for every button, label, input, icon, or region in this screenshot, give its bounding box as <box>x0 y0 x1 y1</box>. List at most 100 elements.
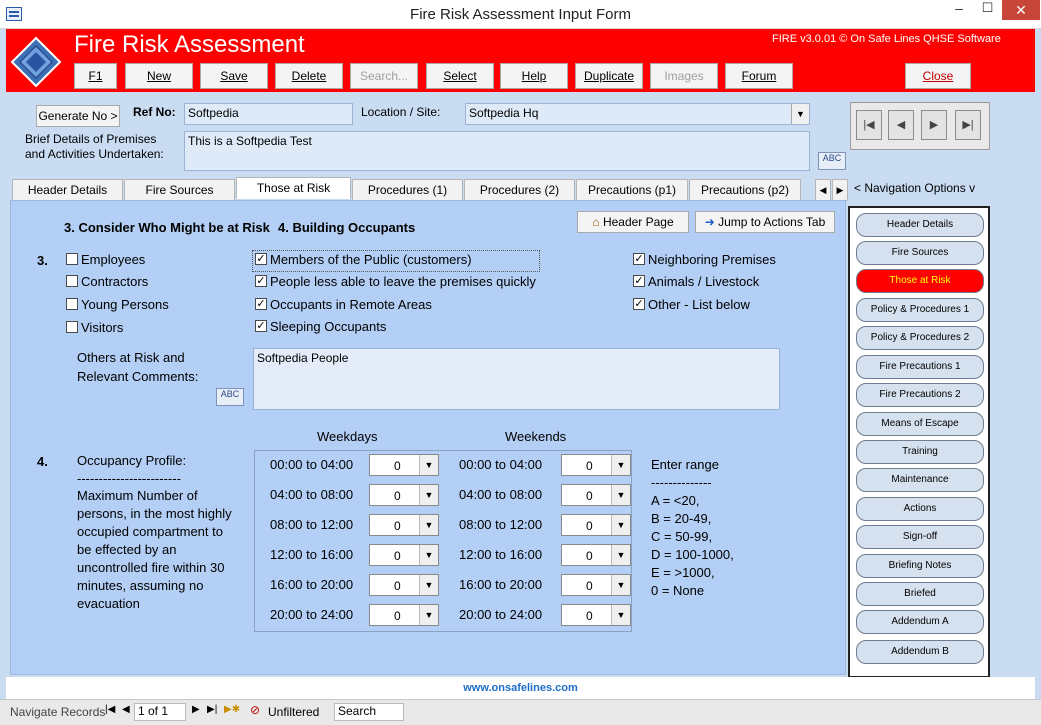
less-able-checkbox[interactable]: ✓ <box>255 275 267 287</box>
occupancy-desc-line: be effected by an <box>77 542 177 557</box>
duplicate-button[interactable]: Duplicate <box>575 63 643 89</box>
chevron-down-icon[interactable]: ▼ <box>791 104 809 124</box>
chevron-down-icon[interactable]: ▼ <box>611 485 630 505</box>
location-select[interactable]: Softpedia Hq ▼ <box>465 103 810 125</box>
delete-button[interactable]: Delete <box>275 63 343 89</box>
tab-precautions-p2[interactable]: Precautions (p2) <box>689 179 801 201</box>
tab-precautions-p1[interactable]: Precautions (p1) <box>576 179 688 201</box>
sleeping-checkbox[interactable]: ✓ <box>255 320 267 332</box>
tab-procedures-1[interactable]: Procedures (1) <box>352 179 463 201</box>
next-record-icon[interactable]: ▶ <box>921 110 947 140</box>
nav-sign-off[interactable]: Sign-off <box>856 525 984 549</box>
close-button[interactable]: Close <box>905 63 971 89</box>
generate-no-button[interactable]: Generate No > <box>36 105 120 127</box>
chevron-down-icon[interactable]: ▼ <box>419 545 438 565</box>
nav-addendum-a[interactable]: Addendum A <box>856 610 984 634</box>
f1-button[interactable]: F1 <box>74 63 117 89</box>
other-checkbox[interactable]: ✓ <box>633 298 645 310</box>
nav-fire-precautions-1[interactable]: Fire Precautions 1 <box>856 355 984 379</box>
chevron-down-icon[interactable]: ▼ <box>419 455 438 475</box>
close-window-button[interactable]: ✕ <box>1002 0 1040 20</box>
chevron-down-icon[interactable]: ▼ <box>611 605 630 625</box>
nav-briefing-notes[interactable]: Briefing Notes <box>856 554 984 578</box>
tab-scroll-right-icon[interactable]: ▶ <box>832 179 848 201</box>
brief-label-1: Brief Details of Premises <box>25 132 157 146</box>
weekday-occupancy-select[interactable]: 0 ▼ <box>369 604 439 626</box>
animals-checkbox[interactable]: ✓ <box>633 275 645 287</box>
chevron-down-icon[interactable]: ▼ <box>419 575 438 595</box>
prev-record-icon[interactable]: ◀ <box>888 110 914 140</box>
nav-actions[interactable]: Actions <box>856 497 984 521</box>
chevron-down-icon[interactable]: ▼ <box>419 515 438 535</box>
new-button[interactable]: New <box>125 63 193 89</box>
tab-those-at-risk[interactable]: Those at Risk <box>236 177 351 199</box>
chevron-down-icon[interactable]: ▼ <box>611 455 630 475</box>
weekday-occupancy-select[interactable]: 0 ▼ <box>369 574 439 596</box>
save-button[interactable]: Save <box>200 63 268 89</box>
chevron-down-icon[interactable]: ▼ <box>611 575 630 595</box>
last-record-icon[interactable]: ▶| <box>207 704 217 715</box>
neighboring-checkbox[interactable]: ✓ <box>633 253 645 265</box>
next-record-icon[interactable]: ▶ <box>192 704 200 715</box>
weekday-occupancy-select[interactable]: 0 ▼ <box>369 454 439 476</box>
contractors-checkbox[interactable] <box>66 275 78 287</box>
nav-policy-procedures-2[interactable]: Policy & Procedures 2 <box>856 326 984 350</box>
tab-header-details[interactable]: Header Details <box>12 179 123 201</box>
first-record-icon[interactable]: |◀ <box>856 110 882 140</box>
weekend-occupancy-select[interactable]: 0 ▼ <box>561 454 631 476</box>
spell-check-icon[interactable]: ABC <box>818 152 846 170</box>
nav-training[interactable]: Training <box>856 440 984 464</box>
chevron-down-icon[interactable]: ▼ <box>611 545 630 565</box>
members-public-checkbox[interactable]: ✓ <box>255 253 267 265</box>
search-input[interactable]: Search <box>334 703 404 721</box>
website-link[interactable]: www.onsafelines.com <box>6 677 1035 699</box>
record-number-field[interactable]: 1 of 1 <box>134 703 186 721</box>
new-record-icon[interactable]: ▶✱ <box>224 704 240 715</box>
forum-button[interactable]: Forum <box>725 63 793 89</box>
prev-record-icon[interactable]: ◀ <box>122 704 130 715</box>
weekday-occupancy-select[interactable]: 0 ▼ <box>369 514 439 536</box>
last-record-icon[interactable]: ▶| <box>955 110 981 140</box>
range-item: 0 = None <box>651 583 705 598</box>
nav-policy-procedures-1[interactable]: Policy & Procedures 1 <box>856 298 984 322</box>
select-button[interactable]: Select <box>426 63 494 89</box>
visitors-checkbox[interactable] <box>66 321 78 333</box>
weekend-occupancy-select[interactable]: 0 ▼ <box>561 544 631 566</box>
nav-fire-sources[interactable]: Fire Sources <box>856 241 984 265</box>
minimize-button[interactable]: – <box>945 0 973 20</box>
ref-no-field[interactable]: Softpedia <box>184 103 353 125</box>
nav-briefed[interactable]: Briefed <box>856 582 984 606</box>
filter-status[interactable]: Unfiltered <box>268 705 319 719</box>
help-button[interactable]: Help <box>500 63 568 89</box>
brief-details-field[interactable]: This is a Softpedia Test <box>184 131 810 171</box>
spell-check-icon[interactable]: ABC <box>216 388 244 406</box>
chevron-down-icon[interactable]: ▼ <box>611 515 630 535</box>
tab-fire-sources[interactable]: Fire Sources <box>124 179 235 201</box>
weekday-occupancy-select[interactable]: 0 ▼ <box>369 544 439 566</box>
others-comments-field[interactable]: Softpedia People <box>253 348 780 410</box>
nav-maintenance[interactable]: Maintenance <box>856 468 984 492</box>
header-page-button[interactable]: ⌂ Header Page <box>577 211 689 233</box>
tab-scroll-left-icon[interactable]: ◀ <box>815 179 831 201</box>
nav-means-of-escape[interactable]: Means of Escape <box>856 412 984 436</box>
weekend-occupancy-select[interactable]: 0 ▼ <box>561 574 631 596</box>
nav-those-at-risk[interactable]: Those at Risk <box>856 269 984 293</box>
young-persons-checkbox[interactable] <box>66 298 78 310</box>
employees-checkbox[interactable] <box>66 253 78 265</box>
nav-addendum-b[interactable]: Addendum B <box>856 640 984 664</box>
jump-to-actions-button[interactable]: ➜ Jump to Actions Tab <box>695 211 835 233</box>
maximize-button[interactable]: ☐ <box>974 0 1001 20</box>
nav-header-details[interactable]: Header Details <box>856 213 984 237</box>
weekend-occupancy-select[interactable]: 0 ▼ <box>561 604 631 626</box>
chevron-down-icon[interactable]: ▼ <box>419 605 438 625</box>
weekend-occupancy-select[interactable]: 0 ▼ <box>561 514 631 536</box>
weekday-occupancy-select[interactable]: 0 ▼ <box>369 484 439 506</box>
tab-procedures-2[interactable]: Procedures (2) <box>464 179 575 201</box>
remote-areas-checkbox[interactable]: ✓ <box>255 298 267 310</box>
weekend-occupancy-select[interactable]: 0 ▼ <box>561 484 631 506</box>
search-button[interactable]: Search... <box>350 63 418 89</box>
chevron-down-icon[interactable]: ▼ <box>419 485 438 505</box>
first-record-icon[interactable]: |◀ <box>105 704 115 715</box>
images-button[interactable]: Images <box>650 63 718 89</box>
nav-fire-precautions-2[interactable]: Fire Precautions 2 <box>856 383 984 407</box>
